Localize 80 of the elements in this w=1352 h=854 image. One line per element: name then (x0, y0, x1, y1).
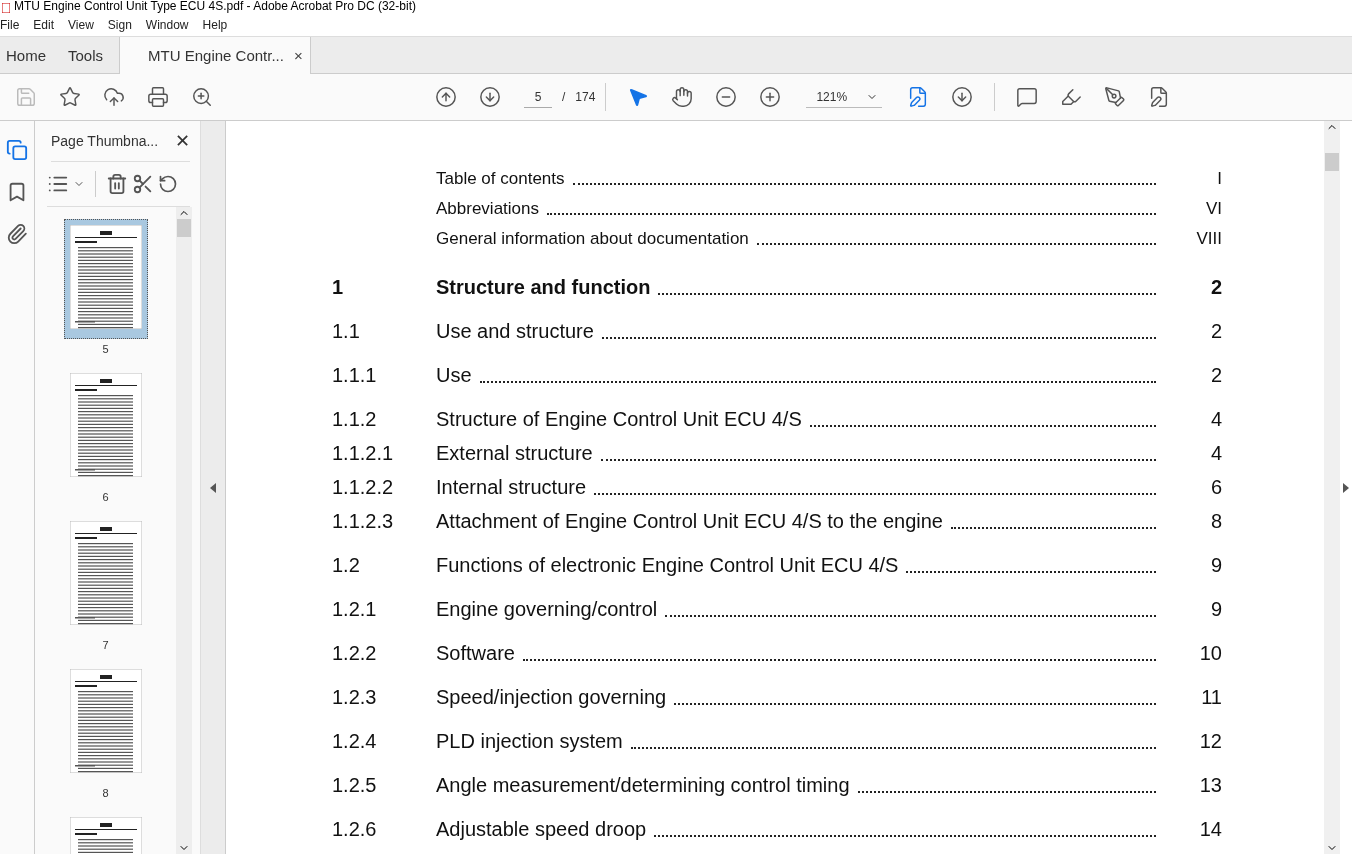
page-label: 5 (102, 343, 109, 355)
page-reference: 12 (1198, 730, 1222, 753)
page-reference: 9 (1209, 598, 1222, 621)
toc-link[interactable]: Structure of Engine Control Unit ECU 4/S (436, 408, 802, 431)
zoom-field[interactable]: 121% (806, 86, 883, 108)
page-label: 6 (102, 491, 109, 503)
trash-icon[interactable] (106, 173, 128, 195)
section-number: 1.1.2.2 (332, 476, 395, 499)
tab[interactable]: Home (0, 37, 62, 73)
page-reference: 8 (1209, 510, 1222, 533)
scrollbar[interactable] (1324, 121, 1340, 854)
section-number: 1.2.4 (332, 730, 378, 753)
page-reference: 4 (1209, 442, 1222, 465)
section-number: 1.1.2.1 (332, 442, 395, 465)
section-number: 1.1.1 (332, 364, 378, 387)
toc-link[interactable]: Software (436, 642, 515, 665)
expand-icon[interactable] (1343, 482, 1349, 493)
close-button[interactable]: ✕ (175, 130, 190, 152)
close-icon[interactable]: × (293, 47, 303, 64)
page-reference: 2 (1209, 276, 1222, 299)
menu-item[interactable]: File (0, 17, 20, 32)
toc-link[interactable]: Speed/injection governing (436, 686, 667, 709)
page-label: 7 (102, 639, 109, 651)
collapse-icon[interactable] (210, 482, 216, 493)
page-reference: 13 (1198, 774, 1222, 797)
section-number: 1.2.1 (332, 598, 378, 621)
toc-link[interactable]: Angle measurement/determining control timing (436, 774, 850, 797)
scrollbar[interactable] (176, 207, 192, 854)
page-reference: 6 (1209, 476, 1222, 499)
section-number: 1.2.6 (332, 818, 378, 841)
toc-link[interactable]: Use and structure (436, 320, 594, 343)
page-reference: 11 (1200, 686, 1222, 709)
panel-title: Page Thumbna... (51, 133, 159, 149)
page-reference: 2 (1209, 364, 1222, 387)
toc-link[interactable]: Use (436, 364, 472, 387)
toc-link[interactable]: Functions of electronic Engine Control Unit ECU 4/S (436, 554, 899, 577)
pages-icon[interactable] (6, 139, 28, 161)
menu-item[interactable]: Help (202, 17, 228, 32)
page-reference: 2 (1209, 320, 1222, 343)
tab[interactable]: Tools (62, 37, 120, 73)
toc-link[interactable]: Table of contents (436, 169, 565, 189)
toc-link[interactable]: Structure and function (436, 276, 651, 299)
section-number: 1.2.2 (332, 642, 378, 665)
page-reference: 9 (1209, 554, 1222, 577)
page-total: 174 (575, 90, 596, 104)
menu-item[interactable]: Edit (33, 17, 55, 32)
menu-item[interactable]: View (68, 17, 94, 32)
section-number: 1.1.2.3 (332, 510, 395, 533)
paperclip-icon[interactable] (6, 223, 28, 245)
rotate-icon[interactable] (158, 174, 178, 194)
section-number: 1.2 (332, 554, 361, 577)
page-reference: 4 (1209, 408, 1222, 431)
page-reference: VIII (1195, 229, 1222, 249)
toc-link[interactable]: External structure (436, 442, 593, 465)
section-number: 1.1 (332, 320, 361, 343)
page-reference: 10 (1198, 642, 1222, 665)
window-title: MTU Engine Control Unit Type ECU 4S.pdf - Adobe Acrobat Pro DC (32-bit) (14, 0, 416, 13)
section-number: 1 (332, 276, 345, 299)
menu-item[interactable]: Window (145, 17, 189, 32)
section-number: 1.2.5 (332, 774, 378, 797)
scroll-thumb[interactable] (177, 219, 191, 237)
page-number-field[interactable]: 5 (524, 86, 552, 108)
toc-link[interactable]: Adjustable speed droop (436, 818, 647, 841)
toc-link[interactable]: General information about documentation (436, 229, 749, 249)
page-reference: I (1216, 169, 1222, 189)
toc-link[interactable]: Attachment of Engine Control Unit ECU 4/S to the engine (436, 510, 943, 533)
toc-link[interactable]: PLD injection system (436, 730, 623, 753)
toc-link[interactable]: Abbreviations (436, 199, 539, 219)
section-number: 1.1.2 (332, 408, 378, 431)
menu-item[interactable]: Sign (107, 17, 132, 32)
page-separator: / (562, 90, 566, 104)
toc-link[interactable]: Internal structure (436, 476, 587, 499)
thumbnail-frame[interactable] (63, 219, 148, 339)
toc-link[interactable]: Engine governing/control (436, 598, 658, 621)
page-reference: VI (1204, 199, 1222, 219)
scroll-thumb[interactable] (1325, 153, 1339, 171)
tab[interactable]: MTU Engine Contr... × (119, 37, 312, 74)
page-reference: 14 (1198, 818, 1222, 841)
section-number: 1.2.3 (332, 686, 378, 709)
page-label: 8 (102, 787, 109, 799)
